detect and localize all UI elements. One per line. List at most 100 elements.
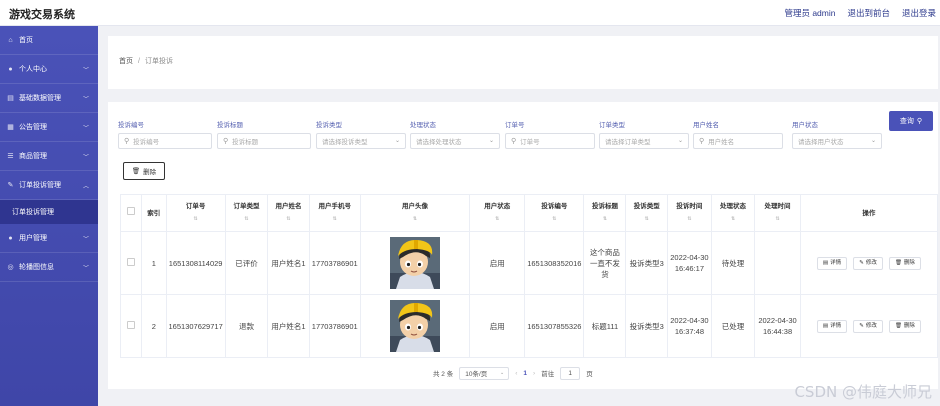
sidebar-item-label: 首页 xyxy=(19,37,33,44)
prev-page-button[interactable]: ‹ xyxy=(515,370,517,377)
breadcrumb: 首页 / 订单投诉 xyxy=(119,56,173,66)
sort-icon[interactable]: ⇅ xyxy=(228,214,265,225)
delete-button[interactable]: 🗑 删除 xyxy=(888,257,921,270)
column-header xyxy=(119,194,143,232)
sort-icon[interactable]: ⇅ xyxy=(312,214,358,225)
select-all-checkbox[interactable] xyxy=(127,207,136,215)
trash-icon: 🗑 xyxy=(894,260,902,266)
cell-order-no: 1651307629717 xyxy=(165,294,226,358)
column-header[interactable]: 用户手机号 ⇅ xyxy=(308,194,361,232)
cell-phone: 17703786901 xyxy=(308,231,361,295)
main-area: 首页 / 订单投诉 查询 ⚲ 🗑 删除 索引 订单号 ⇅ 订单类型 ⇅ 用户姓名 ⇅ 用户手机号 ⇅… xyxy=(98,26,940,406)
page-size-select[interactable]: 10条/页 ⌄ xyxy=(459,366,510,380)
detail-button-label: 详情 xyxy=(830,260,842,266)
delete-button-label: 删除 xyxy=(903,323,915,329)
column-header[interactable]: 投诉编号 ⇅ xyxy=(524,194,585,232)
logout-link[interactable]: 退出登录 xyxy=(902,7,936,19)
sort-icon[interactable]: ⇅ xyxy=(586,214,623,225)
sort-icon[interactable]: ⇅ xyxy=(169,214,223,225)
complaint-icon: ✎ xyxy=(7,182,14,189)
row-checkbox[interactable] xyxy=(127,257,136,266)
column-header[interactable]: 用户姓名 ⇅ xyxy=(267,194,310,232)
search-icon: ⚲ xyxy=(916,118,923,125)
column-header[interactable]: 用户状态 ⇅ xyxy=(469,194,526,232)
delete-button[interactable]: 🗑 删除 xyxy=(888,320,921,333)
filter-select[interactable]: 请选择投诉类型 ⌄ xyxy=(316,133,406,149)
filter-select[interactable]: 请选择处理状态 ⌄ xyxy=(410,133,500,149)
sidebar-item[interactable]: ⌂ 首页 xyxy=(0,26,98,55)
pagination-total: 共 2 条 xyxy=(433,371,454,378)
chevron-down-icon: ⌄ xyxy=(394,138,400,144)
column-header-label: 投诉时间 xyxy=(676,203,703,210)
sort-icon[interactable]: ⇅ xyxy=(670,214,709,225)
filter-input[interactable]: ⚲ 投诉编号 xyxy=(118,133,212,149)
chevron-down-icon: ﹀ xyxy=(82,68,89,74)
row-checkbox[interactable] xyxy=(127,320,136,329)
sort-icon[interactable]: ⇅ xyxy=(270,214,307,225)
next-page-button[interactable]: › xyxy=(533,370,535,377)
sidebar-item[interactable]: ● 用户管理 ﹀ xyxy=(0,224,98,253)
sort-icon[interactable]: ⇅ xyxy=(472,214,522,225)
cell-actions: ▤ 详情 ✎ 修改 🗑 删除 xyxy=(799,294,939,358)
detail-button-label: 详情 xyxy=(830,323,842,329)
column-header[interactable]: 处理时间 ⇅ xyxy=(754,194,801,232)
sort-icon[interactable]: ⇅ xyxy=(628,214,665,225)
detail-button[interactable]: ▤ 详情 xyxy=(816,320,848,333)
page-number-current[interactable]: 1 xyxy=(523,370,527,377)
cell-complaint-title: 标题111 xyxy=(583,294,627,358)
cell-complaint-title: 这个商品一直不发货 xyxy=(583,231,627,295)
chevron-down-icon: ﹀ xyxy=(82,266,89,272)
complaint-table: 索引 订单号 ⇅ 订单类型 ⇅ 用户姓名 ⇅ 用户手机号 ⇅ 用户头像 ⇅ 用户状态 ⇅ 投诉编号 ⇅ 投诉标… xyxy=(119,194,939,358)
filter-input[interactable]: ⚲ 订单号 xyxy=(505,133,595,149)
cell-handle-status: 已处理 xyxy=(710,294,756,358)
document-icon: ▤ xyxy=(822,323,829,329)
edit-button[interactable]: ✎ 修改 xyxy=(853,320,883,333)
pagination: 共 2 条 10条/页 ⌄ ‹ 1 › 前往 1 页 xyxy=(433,366,593,380)
row-select-cell xyxy=(119,294,143,358)
batch-delete-label: 删除 xyxy=(143,169,157,176)
sort-icon[interactable]: ⇅ xyxy=(527,214,581,225)
chevron-down-icon: ⌄ xyxy=(870,138,876,144)
column-header[interactable]: 处理状态 ⇅ xyxy=(710,194,756,232)
cell-phone: 17703786901 xyxy=(308,294,361,358)
sidebar-item[interactable]: ✎ 订单投诉管理 ︿ xyxy=(0,171,98,200)
breadcrumb-home[interactable]: 首页 xyxy=(119,58,133,65)
column-header[interactable]: 投诉标题 ⇅ xyxy=(583,194,627,232)
table-header-row: 索引 订单号 ⇅ 订单类型 ⇅ 用户姓名 ⇅ 用户手机号 ⇅ 用户头像 ⇅ 用户状态 ⇅ 投诉编号 ⇅ 投诉标… xyxy=(119,194,939,232)
search-icon: ⚲ xyxy=(511,138,517,145)
column-header[interactable]: 投诉类型 ⇅ xyxy=(625,194,668,232)
sidebar-item-label: 基础数据管理 xyxy=(19,95,61,102)
pencil-icon: ✎ xyxy=(859,323,864,329)
sidebar-item[interactable]: ▤ 基础数据管理 ﹀ xyxy=(0,84,98,113)
cell-avatar xyxy=(359,294,471,358)
sidebar-item[interactable]: ▦ 公告管理 ﹀ xyxy=(0,113,98,142)
chevron-down-icon: ⌄ xyxy=(488,138,494,144)
cell-handle-time: 2022-04-30 16:44:38 xyxy=(754,294,801,358)
detail-button[interactable]: ▤ 详情 xyxy=(816,257,848,270)
batch-delete-button[interactable]: 🗑 删除 xyxy=(123,162,165,180)
edit-button[interactable]: ✎ 修改 xyxy=(853,257,883,270)
chevron-down-icon: ﹀ xyxy=(82,237,89,243)
filter-select[interactable]: 请选择订单类型 ⌄ xyxy=(599,133,689,149)
filter-select[interactable]: 请选择用户状态 ⌄ xyxy=(792,133,882,149)
cell-complaint-time: 2022-04-30 16:46:17 xyxy=(667,231,712,295)
sidebar-item[interactable]: ☰ 商品管理 ﹀ xyxy=(0,142,98,171)
sidebar-subitem-active[interactable]: 订单投诉管理 xyxy=(0,200,98,224)
column-header[interactable]: 用户头像 ⇅ xyxy=(359,194,471,232)
sort-icon[interactable]: ⇅ xyxy=(714,214,752,225)
exit-to-front-link[interactable]: 退出到前台 xyxy=(847,7,890,19)
sidebar-item[interactable]: ◎ 轮播图信息 ﹀ xyxy=(0,253,98,282)
column-header[interactable]: 订单类型 ⇅ xyxy=(224,194,269,232)
query-button[interactable]: 查询 ⚲ xyxy=(889,111,933,131)
goto-page-input[interactable]: 1 xyxy=(560,366,581,380)
sidebar-item[interactable]: ● 个人中心 ﹀ xyxy=(0,55,98,84)
column-header[interactable]: 订单号 ⇅ xyxy=(165,194,226,232)
column-header-label: 投诉类型 xyxy=(633,203,660,210)
sort-icon[interactable]: ⇅ xyxy=(757,214,798,225)
sort-icon[interactable]: ⇅ xyxy=(363,214,468,225)
column-header-label: 订单号 xyxy=(185,203,206,210)
filter-input[interactable]: ⚲ 用户姓名 xyxy=(693,133,783,149)
admin-user-label[interactable]: 管理员 admin xyxy=(784,7,835,19)
column-header[interactable]: 投诉时间 ⇅ xyxy=(667,194,712,232)
filter-input[interactable]: ⚲ 投诉标题 xyxy=(217,133,311,149)
